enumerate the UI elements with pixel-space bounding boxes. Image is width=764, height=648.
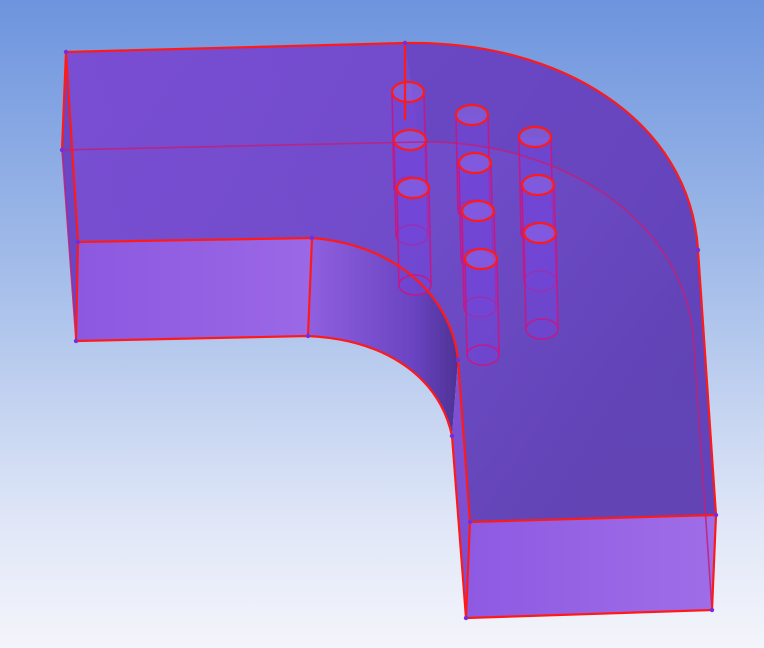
tube-top-rim	[395, 176, 431, 200]
tube-top-rim	[463, 247, 499, 271]
tube[interactable]	[463, 247, 500, 366]
model-scene[interactable]	[0, 0, 764, 648]
tube-top-rim	[522, 221, 558, 245]
tube-top-rim	[460, 199, 496, 223]
tube[interactable]	[522, 221, 559, 340]
tube-top-rim	[390, 80, 426, 104]
inner-bottom-edge	[75, 334, 468, 619]
tube-top-rim	[454, 103, 490, 127]
tube-top-rim	[520, 173, 556, 197]
3d-viewport[interactable]	[0, 0, 764, 648]
outlet-face	[466, 515, 716, 618]
tube-top-rim	[517, 125, 553, 149]
inlet-inner-wall	[76, 238, 312, 341]
tube-top-rim	[392, 128, 428, 152]
tube-top-rim	[457, 151, 493, 175]
